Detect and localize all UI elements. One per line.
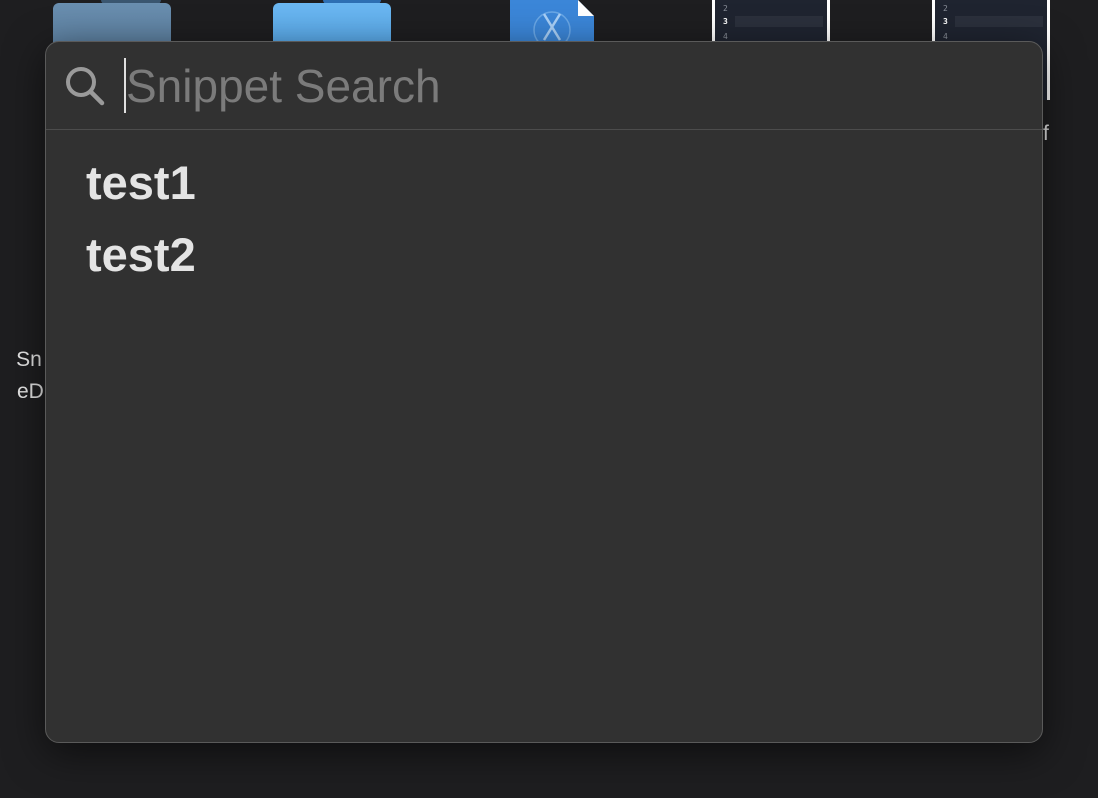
snippet-search-panel: test1 test2 [45,41,1043,743]
line-number: 2 [723,4,728,13]
xcode-document-icon[interactable] [508,0,596,44]
desktop-icon-label-line: Sn [16,348,42,371]
desktop-icon-label: Sn eD [14,344,44,408]
desktop-icon-label-line: eD [17,380,44,403]
search-bar [46,42,1042,130]
folder-icon[interactable] [53,0,171,44]
desktop-icon-label: f [1043,122,1049,145]
list-item[interactable]: test2 [46,210,1042,298]
result-label: test1 [86,155,196,209]
text-caret [124,58,126,113]
screenshot-thumbnail-icon[interactable]: 2 3 4 [712,0,830,44]
line-number: 3 [723,17,728,26]
list-item[interactable]: test1 [46,154,1042,210]
snippet-search-input[interactable] [124,58,1004,114]
folder-icon[interactable] [273,0,391,44]
desktop: 2 3 4 2 3 4 Sn eD f test1 [0,0,1098,798]
line-number: 3 [943,17,948,26]
results-list: test1 test2 [46,130,1042,298]
search-icon [66,67,105,106]
line-number: 2 [943,4,948,13]
line-number: 4 [943,32,948,41]
line-number: 4 [723,32,728,41]
result-label: test2 [86,227,196,281]
